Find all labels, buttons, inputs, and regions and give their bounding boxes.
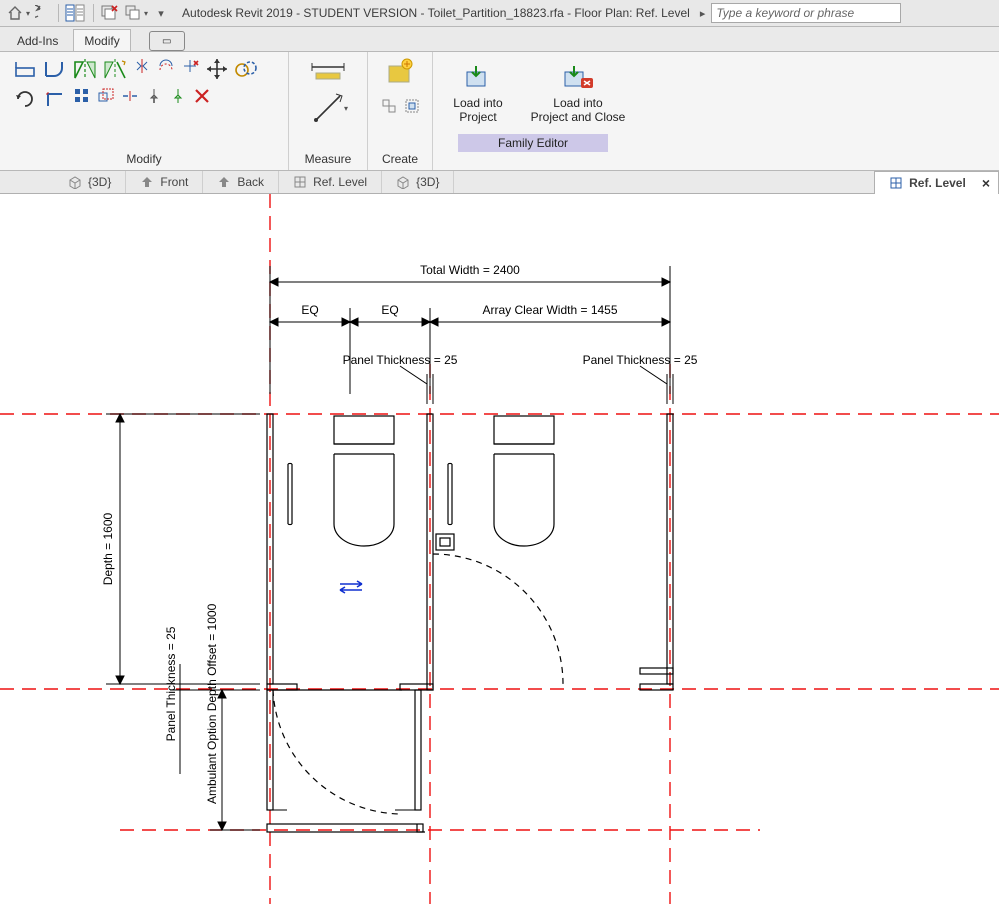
title-overflow-icon[interactable]: ▸	[696, 7, 710, 20]
split-icon[interactable]	[120, 86, 140, 106]
title-bar: ▾ ▾ ▾ Autodesk Revit 2019 - STUDENT VERS…	[0, 0, 999, 27]
dim-label: EQ	[381, 303, 398, 317]
customize-qat-icon[interactable]: ▾	[150, 2, 172, 24]
delete-icon[interactable]	[192, 86, 212, 106]
create-similar-icon[interactable]	[379, 96, 399, 116]
rotate-icon[interactable]	[12, 86, 38, 112]
group-label-measure: Measure	[299, 150, 358, 168]
dim-label: Depth = 1600	[101, 512, 115, 585]
align-icon[interactable]	[132, 56, 152, 76]
dimension-icon[interactable]	[308, 56, 348, 88]
drawing-canvas[interactable]: Total Width = 2400 EQ EQ Array Clear Wid…	[0, 194, 999, 904]
reference-planes	[0, 194, 999, 904]
ribbon-group-modify: Modify	[0, 52, 289, 170]
viewtab-label: Ref. Level	[313, 175, 367, 189]
offset-icon[interactable]	[156, 56, 176, 76]
group-label-create: Create	[376, 150, 424, 168]
dim-panel-thk-right	[640, 366, 673, 404]
plan-icon	[889, 176, 903, 190]
view-tabs: {3D} Front Back Ref. Level {3D} Ref. Lev…	[0, 171, 999, 194]
flip-control-icon[interactable]	[340, 581, 362, 593]
viewtab-label: {3D}	[88, 175, 111, 189]
ribbon-tabs: Add-Ins Modify ▭	[0, 27, 999, 52]
load-close-label: Load into Project and Close	[531, 96, 626, 124]
home-icon[interactable]	[4, 2, 26, 24]
drawing-svg: Total Width = 2400 EQ EQ Array Clear Wid…	[0, 194, 999, 904]
dim-label: Total Width = 2400	[420, 263, 520, 277]
cube-icon	[68, 175, 82, 189]
dim-label: Ambulant Option Depth Offset = 1000	[205, 603, 219, 804]
group-label-family: Family Editor	[458, 134, 608, 152]
search-placeholder: Type a keyword or phrase	[716, 6, 854, 20]
ribbon: Modify ▾ Measure Create Load into Projec…	[0, 52, 999, 171]
mirror-axis-icon[interactable]	[72, 56, 98, 82]
cube-icon	[396, 175, 410, 189]
dim-label: Array Clear Width = 1455	[482, 303, 617, 317]
tab-addins[interactable]: Add-Ins	[6, 29, 69, 51]
dim-panel-thk-left	[400, 366, 433, 404]
elevation-icon	[217, 175, 231, 189]
load-into-project-button[interactable]: Load into Project	[433, 56, 523, 134]
scale-icon[interactable]	[96, 86, 116, 106]
unpin-icon[interactable]	[168, 86, 188, 106]
undo-icon[interactable]	[32, 2, 54, 24]
viewtab-front[interactable]: Front	[126, 171, 203, 193]
partition-geometry	[267, 414, 673, 832]
close-icon[interactable]: ×	[982, 175, 990, 191]
array-icon[interactable]	[72, 86, 92, 106]
switch-windows-icon[interactable]	[122, 2, 144, 24]
load-project-label: Load into Project	[453, 96, 502, 124]
mirror-draw-icon[interactable]	[102, 56, 128, 82]
ribbon-group-create: Create	[368, 52, 433, 170]
elevation-icon	[140, 175, 154, 189]
dim-eq-array	[270, 308, 670, 394]
tab-modify[interactable]: Modify	[73, 29, 130, 51]
load-close-icon	[561, 62, 595, 92]
move-icon[interactable]	[204, 56, 230, 82]
dim-depth	[106, 414, 260, 684]
create-group-icon[interactable]	[402, 96, 422, 116]
dim-total-width	[270, 266, 670, 394]
cope-icon[interactable]	[42, 56, 68, 82]
close-hidden-icon[interactable]	[98, 2, 120, 24]
panel-toggle-icon[interactable]: ▭	[149, 31, 185, 51]
search-input[interactable]: Type a keyword or phrase	[711, 3, 901, 23]
quick-access-toolbar: ▾ ▾ ▾	[0, 2, 176, 24]
viewtab-label: Back	[237, 175, 264, 189]
ribbon-group-measure: ▾ Measure	[289, 52, 368, 170]
viewtab-3d-2[interactable]: {3D}	[382, 171, 454, 193]
pin-icon[interactable]	[144, 86, 164, 106]
cut-profile-icon[interactable]	[12, 56, 38, 82]
viewtab-reflevel-1[interactable]: Ref. Level	[279, 171, 382, 193]
copy-icon[interactable]	[234, 56, 260, 82]
viewtab-3d-1[interactable]: {3D}	[54, 171, 126, 193]
trim-corner-icon[interactable]	[42, 86, 68, 112]
measure-icon[interactable]: ▾	[308, 88, 348, 128]
plan-icon	[293, 175, 307, 189]
viewtab-label: {3D}	[416, 175, 439, 189]
trim-extend-icon[interactable]	[180, 56, 200, 76]
load-into-project-close-button[interactable]: Load into Project and Close	[523, 56, 633, 134]
group-label-modify: Modify	[120, 150, 167, 168]
ribbon-group-family: Load into Project Load into Project and …	[433, 52, 633, 170]
dim-label: EQ	[301, 303, 318, 317]
window-title: Autodesk Revit 2019 - STUDENT VERSION - …	[176, 6, 696, 20]
viewtab-label: Ref. Level	[909, 176, 966, 190]
properties-icon[interactable]	[63, 2, 89, 24]
dim-label: Panel Thickness = 25	[343, 353, 458, 367]
create-form-icon[interactable]	[383, 56, 417, 90]
viewtab-back[interactable]: Back	[203, 171, 279, 193]
dim-label: Panel Thickness = 25	[583, 353, 698, 367]
viewtab-reflevel-active[interactable]: Ref. Level ×	[874, 171, 999, 194]
viewtab-label: Front	[160, 175, 188, 189]
load-project-icon	[463, 62, 493, 92]
dim-label: Panel Thickness = 25	[164, 626, 178, 741]
